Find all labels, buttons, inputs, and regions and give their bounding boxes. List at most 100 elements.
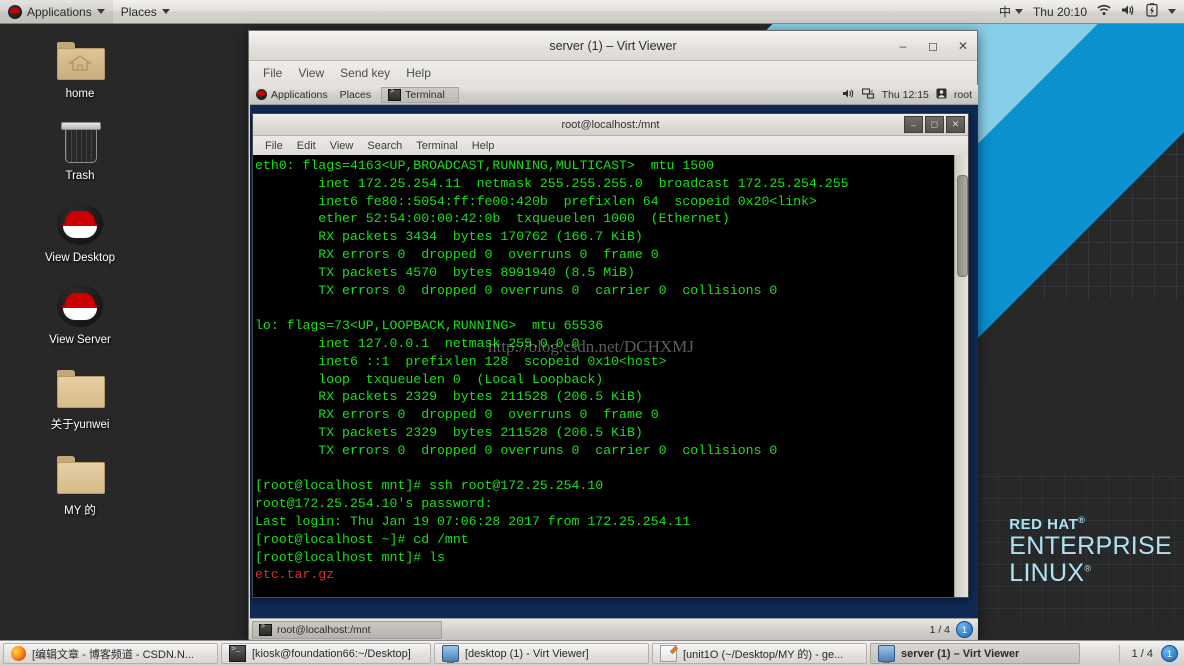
terminal-menu-view[interactable]: View — [324, 138, 360, 154]
battery-icon[interactable] — [1146, 3, 1158, 20]
applications-menu[interactable]: Applications — [0, 0, 113, 24]
taskbar-item-gedit[interactable]: [unit1O (~/Desktop/MY 的) - ge... — [652, 643, 867, 664]
desktop-icon-view-desktop[interactable]: View Desktop — [30, 198, 130, 264]
places-menu[interactable]: Places — [113, 0, 178, 24]
desktop-icon-trash[interactable]: Trash — [30, 116, 130, 182]
terminal-icon — [388, 88, 402, 101]
taskbar-item-label: server (1) – Virt Viewer — [901, 647, 1020, 660]
brand-line-1: RED HAT — [1009, 516, 1079, 534]
guest-panel-status-area: x Thu 12:15 root — [842, 87, 978, 102]
maximize-icon[interactable]: ◻ — [925, 116, 944, 133]
firefox-icon — [11, 646, 26, 661]
taskbar-item-label: [kiosk@foundation66:~/Desktop] — [252, 647, 411, 660]
guest-workspace-label: 1 / 4 — [929, 623, 950, 636]
virt-viewer-menubar: File View Send key Help — [249, 61, 977, 86]
taskbar-item-firefox[interactable]: [编辑文章 - 博客频道 - CSDN.N... — [3, 643, 218, 664]
redhat-logo-icon — [8, 4, 22, 19]
taskbar-item-label: [unit1O (~/Desktop/MY 的) - ge... — [683, 648, 844, 661]
terminal-menu-terminal[interactable]: Terminal — [410, 138, 464, 154]
separator — [1118, 644, 1120, 663]
desktop-icon-guanyu-yunwei[interactable]: 关于yunwei — [30, 362, 130, 432]
close-icon[interactable]: ✕ — [955, 39, 971, 53]
input-method-label: 中 — [998, 5, 1011, 19]
guest-window-list-terminal[interactable]: Terminal — [381, 86, 460, 103]
guest-user-label[interactable]: root — [954, 89, 972, 101]
terminal-scrollbar-thumb[interactable] — [957, 175, 968, 277]
user-icon[interactable] — [936, 88, 947, 102]
desktop-icon-home[interactable]: home — [30, 34, 130, 100]
terminal-menu-file[interactable]: File — [259, 138, 289, 154]
terminal-menu-search[interactable]: Search — [361, 138, 408, 154]
menu-view[interactable]: View — [292, 64, 330, 82]
desktop-icon-area: home Trash View Desktop View Server 关于yu… — [30, 34, 140, 534]
chevron-down-icon[interactable] — [1168, 9, 1176, 14]
host-workspace-indicator[interactable]: 1 — [1161, 645, 1178, 662]
clock-label: Thu 20:10 — [1032, 4, 1087, 19]
chevron-down-icon — [1014, 9, 1023, 14]
guest-display: Applications Places Terminal — [250, 85, 978, 640]
brand-line-3: LINUX — [1009, 558, 1085, 587]
host-workspace-switcher[interactable]: 1 / 4 1 — [1115, 644, 1184, 663]
redhat-logo-icon — [30, 280, 130, 332]
minimize-icon[interactable]: – — [904, 116, 923, 133]
volume-muted-icon[interactable]: x — [1121, 4, 1136, 19]
terminal-title: root@localhost:/mnt — [561, 118, 660, 131]
guest-clock[interactable]: Thu 12:15 — [882, 89, 929, 101]
taskbar-item-kiosk-terminal[interactable]: [kiosk@foundation66:~/Desktop] — [221, 643, 431, 664]
terminal-body[interactable]: eth0: flags=4163<UP,BROADCAST,RUNNING,MU… — [253, 155, 968, 597]
wallpaper-brand-logo: RED HAT® ENTERPRISE LINUX® — [1009, 515, 1172, 587]
desktop-icon-label: View Server — [49, 334, 111, 346]
menu-help[interactable]: Help — [400, 64, 437, 82]
terminal-scrollbar[interactable] — [954, 155, 968, 597]
volume-icon[interactable] — [842, 88, 855, 102]
guest-applications-menu[interactable]: Applications — [250, 85, 334, 104]
minimize-icon[interactable]: – — [895, 39, 911, 53]
gedit-icon — [660, 645, 677, 662]
terminal-titlebar[interactable]: root@localhost:/mnt – ◻ ✕ — [253, 114, 968, 136]
desktop-icon-label: View Desktop — [44, 252, 116, 264]
taskbar-item-server-virt-viewer[interactable]: server (1) – Virt Viewer — [870, 643, 1080, 664]
guest-workspace-indicator[interactable]: 1 — [956, 621, 973, 638]
guest-task-button[interactable]: root@localhost:/mnt — [252, 620, 442, 639]
monitor-icon — [878, 645, 895, 663]
terminal-menu-help[interactable]: Help — [466, 138, 501, 154]
desktop-screen: RED HAT® ENTERPRISE LINUX® Applications … — [0, 0, 1184, 666]
virt-viewer-title: server (1) – Virt Viewer — [549, 38, 677, 53]
terminal-output: eth0: flags=4163<UP,BROADCAST,RUNNING,MU… — [253, 155, 954, 597]
redhat-logo-icon — [256, 89, 267, 100]
terminal-output-file: etc.tar.gz — [255, 567, 335, 583]
menu-file[interactable]: File — [257, 64, 288, 82]
wifi-icon[interactable] — [1097, 4, 1111, 19]
menu-send-key[interactable]: Send key — [334, 64, 396, 82]
maximize-icon[interactable]: ◻ — [925, 39, 941, 53]
chevron-down-icon — [161, 9, 170, 14]
desktop-icon-label: home — [65, 88, 95, 100]
guest-window-list-label: Terminal — [405, 88, 445, 101]
virt-viewer-window[interactable]: server (1) – Virt Viewer – ◻ ✕ File View… — [248, 30, 978, 640]
input-method-indicator[interactable]: 中 — [999, 3, 1023, 20]
terminal-icon — [259, 623, 272, 636]
desktop-icon-my-de[interactable]: MY 的 — [30, 448, 130, 518]
terminal-output-text: eth0: flags=4163<UP,BROADCAST,RUNNING,MU… — [255, 158, 849, 565]
guest-workspace-switcher[interactable]: 1 / 4 1 — [930, 621, 978, 638]
virt-viewer-titlebar[interactable]: server (1) – Virt Viewer – ◻ ✕ — [249, 31, 977, 61]
close-icon[interactable]: ✕ — [946, 116, 965, 133]
desktop-icon-view-server[interactable]: View Server — [30, 280, 130, 346]
chevron-down-icon — [96, 9, 105, 14]
terminal-menu-edit[interactable]: Edit — [291, 138, 322, 154]
guest-applications-label: Applications — [271, 88, 328, 101]
places-menu-label: Places — [120, 4, 157, 19]
network-icon[interactable]: x — [861, 87, 875, 102]
svg-text:x: x — [1131, 11, 1134, 16]
applications-menu-label: Applications — [27, 4, 92, 19]
guest-taskbar: root@localhost:/mnt 1 / 4 1 — [250, 618, 978, 640]
taskbar-item-desktop-virt-viewer[interactable]: [desktop (1) - Virt Viewer] — [434, 643, 649, 664]
terminal-menubar: File Edit View Search Terminal Help — [253, 136, 968, 157]
clock[interactable]: Thu 20:10 — [1033, 5, 1087, 19]
guest-top-panel: Applications Places Terminal — [250, 85, 978, 105]
guest-places-menu[interactable]: Places — [334, 85, 378, 104]
terminal-window[interactable]: root@localhost:/mnt – ◻ ✕ File Edit View… — [252, 113, 969, 598]
trash-icon — [30, 116, 130, 168]
host-top-panel: Applications Places 中 Thu 20:10 x — [0, 0, 1184, 24]
monitor-icon — [442, 645, 459, 663]
